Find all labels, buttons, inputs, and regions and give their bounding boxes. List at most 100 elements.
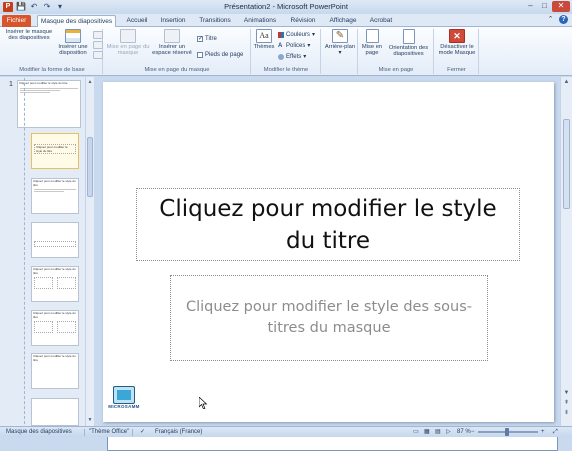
close-master-view-button[interactable]: ✕ Désactiver le mode Masque [436, 29, 478, 57]
scroll-up-icon[interactable]: ▲ [86, 78, 94, 86]
layout-thumbnail-blank[interactable] [31, 398, 79, 426]
help-icon[interactable]: ? [559, 15, 568, 24]
colors-button[interactable]: Couleurs ▾ [278, 31, 315, 38]
scroll-down-icon[interactable]: ▼ [86, 416, 94, 424]
title-placeholder[interactable]: Cliquez pour modifier le style du titre [136, 188, 520, 261]
group-background: ✎ Arrière-plan ▾ [322, 29, 358, 74]
spell-check-icon[interactable]: ✓ [140, 427, 145, 438]
layout-thumbnail-title-only[interactable]: Cliquez pour modifier le style du titre [31, 353, 79, 389]
background-styles-icon: ✎ [332, 29, 348, 43]
tab-home[interactable]: Accueil [122, 15, 152, 27]
thumbnail-scrollbar[interactable]: ▲ ▼ [85, 77, 94, 426]
previous-slide-icon[interactable]: ⇞ [562, 399, 571, 408]
preserve-icon[interactable] [93, 51, 103, 59]
delete-icon[interactable] [93, 31, 103, 39]
close-icon: ✕ [449, 29, 465, 43]
themes-icon: Aa [256, 29, 272, 43]
tab-animations[interactable]: Animations [241, 15, 279, 27]
tab-acrobat[interactable]: Acrobat [366, 15, 396, 27]
layout-thumbnail-content[interactable]: Cliquez pour modifier le style du titre [31, 178, 79, 214]
orientation-button[interactable]: Orientation des diapositives [385, 29, 432, 58]
group-label-edit-master: Modifier la forme de base [19, 67, 85, 73]
slideshow-icon[interactable]: ▷ [446, 427, 451, 438]
mouse-cursor-icon [199, 397, 207, 409]
tab-transitions[interactable]: Transitions [196, 15, 234, 27]
ribbon: Insérer le masque des diapositives Insér… [0, 27, 572, 451]
group-edit-theme: Aa Thèmes Couleurs ▾ A Polices ▾ Effets ▾ M… [252, 29, 321, 74]
status-view-name: Masque des diapositives [6, 429, 72, 435]
group-label-edit-theme: Modifier le thème [263, 67, 309, 73]
rename-icon[interactable] [93, 41, 103, 49]
group-master-layout: Mise en page du masque Insérer un espace… [104, 29, 251, 74]
tab-file[interactable]: Fichier [2, 15, 31, 27]
effects-icon [278, 53, 284, 60]
layout-thumbnail-comparison[interactable]: Cliquez pour modifier le style du titre [31, 310, 79, 346]
group-close: ✕ Désactiver le mode Masque Fermer [435, 29, 479, 74]
title-checkbox-box[interactable]: ✓ [197, 36, 203, 42]
layout-thumbnail-section[interactable] [31, 222, 79, 258]
layout-connector [24, 78, 28, 424]
footers-checkbox-box[interactable] [197, 52, 203, 58]
close-window-button[interactable]: ✕ [552, 1, 570, 12]
zoom-in-icon[interactable]: + [541, 427, 545, 438]
window-title: Présentation2 - Microsoft PowerPoint [224, 2, 348, 11]
layout-thumbnail-title[interactable]: Cliquez pour modifier le style du titre [31, 133, 79, 169]
computer-mascot-icon [113, 386, 135, 404]
layout-thumbnail-two-content[interactable]: Cliquez pour modifier le style du titre [31, 266, 79, 302]
page-setup-button[interactable]: Mise en page [360, 29, 384, 57]
fonts-icon: A [278, 42, 283, 49]
background-styles-button[interactable]: ✎ Arrière-plan ▾ [323, 29, 357, 57]
slide-master-editor: Cliquez pour modifier le style du titre … [103, 82, 554, 422]
status-language[interactable]: Français (France) [155, 427, 202, 438]
main-scroll-thumb[interactable] [563, 119, 570, 209]
title-checkbox[interactable]: ✓ Titre [197, 36, 217, 42]
status-theme: "Thème Office" [89, 429, 130, 435]
minimize-button[interactable]: – [524, 1, 537, 12]
master-layout-button[interactable]: Mise en page du masque [106, 29, 150, 57]
fit-to-window-icon[interactable]: ⤢ [553, 427, 558, 438]
slide-number: 1 [9, 81, 13, 88]
themes-button[interactable]: Aa Thèmes [253, 29, 275, 50]
insert-layout-button[interactable]: Insérer une disposition [55, 29, 91, 57]
main-vertical-scrollbar[interactable]: ▲ ▼ ⇞ ⇟ [560, 77, 572, 426]
slide-sorter-icon[interactable]: ▦ [424, 427, 430, 438]
orientation-icon [402, 29, 415, 44]
insert-master-button[interactable]: Insérer le masque des diapositives [4, 29, 558, 451]
maximize-button[interactable]: □ [538, 1, 551, 12]
normal-view-icon[interactable]: ▭ [413, 427, 419, 438]
scroll-down-icon[interactable]: ▼ [562, 389, 571, 398]
tab-review[interactable]: Révision [287, 15, 319, 27]
group-label-master-layout: Mise en page du masque [144, 67, 210, 73]
small-actions [93, 31, 103, 60]
insert-layout-icon [65, 29, 81, 43]
insert-placeholder-button[interactable]: Insérer un espace réservé [150, 29, 194, 57]
tab-view[interactable]: Affichage [326, 15, 360, 27]
tab-slide-master[interactable]: Masque des diapositives [37, 15, 116, 27]
watermark-text: MICROSAMM [108, 404, 140, 409]
group-edit-master: Insérer le masque des diapositives Insér… [2, 29, 558, 451]
subtitle-placeholder[interactable]: Cliquez pour modifier le style des sous-… [170, 275, 488, 361]
next-slide-icon[interactable]: ⇟ [562, 409, 571, 418]
page-setup-icon [365, 29, 379, 43]
effects-button[interactable]: Effets ▾ [278, 53, 306, 60]
microsamm-watermark: MICROSAMM [105, 386, 143, 409]
status-zoom[interactable]: 87 % [457, 427, 471, 438]
reading-view-icon[interactable]: ▤ [435, 427, 441, 438]
zoom-out-icon[interactable]: − [471, 427, 475, 438]
thumbnail-scroll-thumb[interactable] [87, 137, 93, 197]
ribbon-tabs: Fichier Masque des diapositives Accueil … [0, 14, 572, 27]
minimize-ribbon-icon[interactable]: ⌃ [546, 15, 555, 24]
title-bar: P 💾 ↶ ↷ ▾ Présentation2 - Microsoft Powe… [0, 0, 572, 14]
help-controls: ⌃ ? [546, 15, 568, 24]
tab-insert[interactable]: Insertion [157, 15, 189, 27]
footers-checkbox[interactable]: Pieds de page [197, 52, 243, 58]
status-bar: Masque des diapositives "Thème Office" ✓… [0, 426, 572, 437]
scroll-up-icon[interactable]: ▲ [562, 78, 571, 87]
window-controls: – □ ✕ [524, 1, 570, 12]
fonts-button[interactable]: A Polices ▾ [278, 42, 310, 50]
group-page-setup: Mise en page Orientation des diapositive… [359, 29, 434, 74]
group-label-page-setup: Mise en page [378, 67, 414, 73]
zoom-slider-knob[interactable] [505, 428, 509, 436]
insert-placeholder-icon [164, 29, 180, 43]
colors-icon [278, 31, 284, 38]
